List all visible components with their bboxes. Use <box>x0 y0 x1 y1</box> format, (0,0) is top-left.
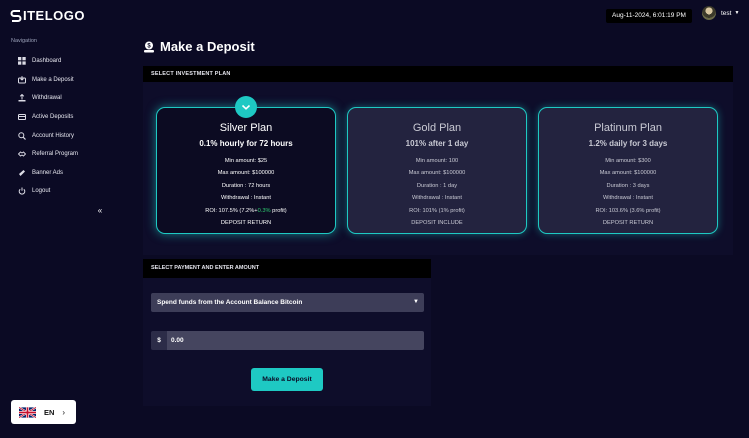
plan-roi-highlight: 0.3% <box>257 207 271 214</box>
language-code: EN <box>44 407 55 417</box>
top-bar: ITELOGO Aug-11-2024, 6:01:19 PM test ▼ <box>0 0 749 32</box>
currency-prefix: $ <box>151 331 167 350</box>
plan-rate: 101% after 1 day <box>405 139 469 148</box>
nav-heading: Navigation <box>11 38 37 44</box>
amount-field-group: $ <box>151 331 424 350</box>
sidebar-item-label: Account History <box>32 132 75 139</box>
plan-duration: Duration : 3 days <box>606 182 650 189</box>
collapse-sidebar-icon[interactable]: « <box>92 205 108 217</box>
plan-rate: 0.1% hourly for 72 hours <box>199 139 293 148</box>
sidebar-item-label: Make a Deposit <box>32 76 74 83</box>
plan-rate: 1.2% daily for 3 days <box>588 139 668 148</box>
page-title-text: Make a Deposit <box>160 39 255 54</box>
sidebar-item-banner-ads[interactable]: Banner Ads <box>0 164 110 183</box>
plan-duration: Duration : 1 day <box>416 182 458 189</box>
logo-text: ITELOGO <box>23 8 85 23</box>
sidebar-item-withdrawal[interactable]: Withdrawal <box>0 89 110 108</box>
banner-icon <box>18 169 26 177</box>
plan-min-amount: Min amount: $300 <box>605 158 651 164</box>
sidebar-item-active-deposits[interactable]: Active Deposits <box>0 108 110 127</box>
grid-icon <box>18 57 26 65</box>
sidebar-item-account-history[interactable]: Account History <box>0 126 110 145</box>
server-datetime: Aug-11-2024, 6:01:19 PM <box>606 9 692 23</box>
sidebar-item-label: Dashboard <box>32 58 62 65</box>
chevron-down-icon: ▼ <box>413 299 419 305</box>
avatar <box>702 6 716 20</box>
plan-roi-suffix: profit) <box>270 207 287 214</box>
plan-max-amount: Max amount: $100000 <box>217 170 275 177</box>
active-deposits-icon <box>18 113 26 121</box>
plan-roi: ROI: 101% (1% profit) <box>409 207 465 214</box>
plan-withdrawal: Withdrawal : Instant <box>603 195 653 202</box>
plan-withdrawal: Withdrawal : Instant <box>412 195 462 202</box>
plan-name: Silver Plan <box>219 122 273 134</box>
plan-card-gold[interactable]: Gold Plan 101% after 1 day Min amount: 1… <box>347 107 527 234</box>
plan-return-type: DEPOSIT RETURN <box>220 220 272 227</box>
plans-section-header: SELECT INVESTMENT PLAN <box>143 66 733 82</box>
plan-name: Platinum Plan <box>594 122 662 134</box>
sidebar-item-referral-program[interactable]: Referral Program <box>0 145 110 164</box>
plan-roi: ROI: 103.6% (3.6% profit) <box>595 207 661 214</box>
referral-icon <box>18 150 26 158</box>
sidebar-item-label: Banner Ads <box>32 169 64 176</box>
make-deposit-button[interactable]: Make a Deposit <box>251 368 323 391</box>
plan-return-type: DEPOSIT INCLUDE <box>411 220 463 227</box>
payment-source-value: Spend funds from the Account Balance Bit… <box>157 299 303 306</box>
user-menu[interactable]: test ▼ <box>702 6 739 20</box>
sidebar-item-label: Logout <box>32 188 51 195</box>
sidebar-item-make-deposit[interactable]: Make a Deposit <box>0 71 110 90</box>
plan-min-amount: Min amount: 100 <box>415 158 459 164</box>
sidebar: Navigation Dashboard Make a Deposit With… <box>0 32 110 438</box>
sidebar-item-label: Withdrawal <box>32 95 62 102</box>
sidebar-item-label: Active Deposits <box>32 114 74 121</box>
logo-s-icon <box>10 10 22 22</box>
plan-withdrawal: Withdrawal : Instant <box>221 195 271 202</box>
plan-duration: Duration : 72 hours <box>221 182 271 189</box>
username: test <box>721 9 732 17</box>
nav-list: Dashboard Make a Deposit Withdrawal Acti… <box>0 52 110 201</box>
payment-source-select[interactable]: Spend funds from the Account Balance Bit… <box>151 293 424 312</box>
withdraw-icon <box>18 94 26 102</box>
selected-check-icon <box>235 96 257 118</box>
plan-roi: ROI: 107.5% (7.2%+0.3% profit) <box>157 205 335 217</box>
plan-card-silver[interactable]: Silver Plan 0.1% hourly for 72 hours Min… <box>156 107 336 234</box>
plan-card-platinum[interactable]: Platinum Plan 1.2% daily for 3 days Min … <box>538 107 718 234</box>
plan-return-type: DEPOSIT RETURN <box>602 220 654 227</box>
plan-max-amount: Max amount: $100000 <box>408 170 466 177</box>
deposit-title-icon: $ <box>144 41 154 52</box>
plan-name: Gold Plan <box>412 122 462 134</box>
sidebar-item-logout[interactable]: Logout <box>0 182 110 201</box>
language-selector[interactable]: EN › <box>11 400 76 424</box>
history-icon <box>18 131 26 140</box>
sidebar-item-dashboard[interactable]: Dashboard <box>0 52 110 71</box>
plan-max-amount: Max amount: $100000 <box>599 170 657 177</box>
power-icon <box>18 187 26 196</box>
chevron-right-icon: › <box>62 407 66 417</box>
deposit-icon <box>18 75 26 84</box>
payment-section-header: SELECT PAYMENT AND ENTER AMOUNT <box>143 259 431 278</box>
site-logo[interactable]: ITELOGO <box>10 8 85 23</box>
page-title: $ Make a Deposit <box>143 39 255 54</box>
uk-flag-icon <box>19 406 36 418</box>
amount-input[interactable] <box>167 331 424 350</box>
chevron-down-icon: ▼ <box>734 10 740 16</box>
sidebar-item-label: Referral Program <box>32 151 79 158</box>
plan-roi-prefix: ROI: 107.5% (7.2%+ <box>205 207 258 214</box>
plan-min-amount: Min amount: $25 <box>224 158 268 164</box>
